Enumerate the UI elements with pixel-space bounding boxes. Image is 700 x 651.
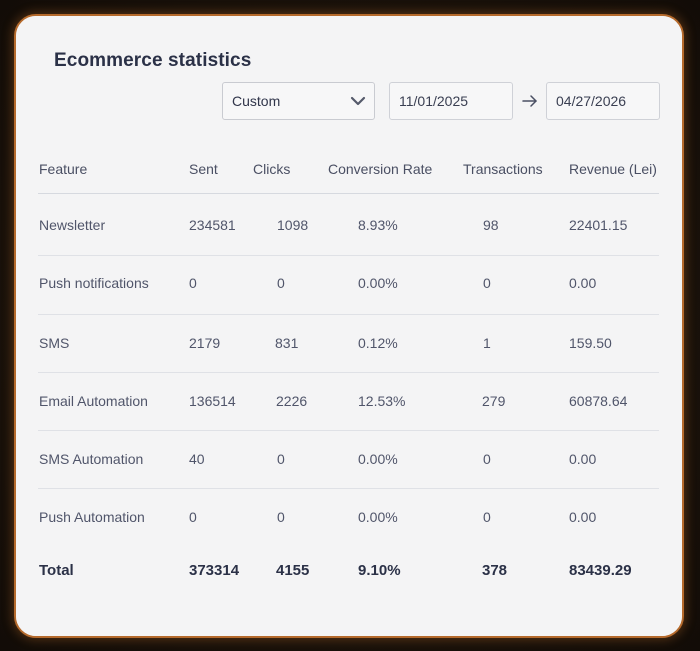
column-header-revenue: Revenue (Lei) bbox=[569, 161, 657, 177]
row-newsletter-feature: Newsletter bbox=[39, 217, 106, 233]
row-push-notifications-transactions: 0 bbox=[483, 275, 491, 291]
row-divider bbox=[38, 488, 659, 489]
date-range-select[interactable]: Custom bbox=[222, 82, 375, 120]
date-from-input[interactable]: 11/01/2025 bbox=[389, 82, 513, 120]
row-email-automation-clicks: 2226 bbox=[276, 393, 308, 409]
row-sms-feature: SMS bbox=[39, 335, 70, 351]
date-range-select-value: Custom bbox=[232, 93, 281, 109]
row-newsletter-sent: 234581 bbox=[189, 217, 236, 233]
row-push-notifications-sent: 0 bbox=[189, 275, 197, 291]
column-header-feature: Feature bbox=[39, 161, 88, 177]
row-sms-revenue: 159.50 bbox=[569, 335, 612, 351]
totals-conversion: 9.10% bbox=[358, 562, 401, 579]
row-email-automation-revenue: 60878.64 bbox=[569, 393, 628, 409]
date-from-value: 11/01/2025 bbox=[399, 93, 469, 109]
row-email-automation-transactions: 279 bbox=[482, 393, 506, 409]
row-newsletter-conversion: 8.93% bbox=[358, 217, 398, 233]
column-header-conversion-rate: Conversion Rate bbox=[328, 161, 433, 177]
row-push-automation-transactions: 0 bbox=[483, 509, 491, 525]
row-sms-automation-clicks: 0 bbox=[277, 451, 285, 467]
row-divider bbox=[38, 314, 659, 315]
row-sms-automation-revenue: 0.00 bbox=[569, 451, 597, 467]
row-divider bbox=[38, 430, 659, 431]
row-sms-transactions: 1 bbox=[483, 335, 491, 351]
row-newsletter-revenue: 22401.15 bbox=[569, 217, 628, 233]
row-push-automation-conversion: 0.00% bbox=[358, 509, 398, 525]
row-sms-automation-feature: SMS Automation bbox=[39, 451, 144, 467]
row-push-notifications-clicks: 0 bbox=[277, 275, 285, 291]
row-sms-automation-transactions: 0 bbox=[483, 451, 491, 467]
row-push-notifications-conversion: 0.00% bbox=[358, 275, 398, 291]
row-divider bbox=[38, 255, 659, 256]
row-sms-automation-sent: 40 bbox=[189, 451, 205, 467]
column-header-clicks: Clicks bbox=[253, 161, 291, 177]
page-title: Ecommerce statistics bbox=[54, 50, 252, 71]
stats-panel-frame: Ecommerce statistics Custom 11/01/2025 0… bbox=[14, 14, 684, 638]
row-push-automation-clicks: 0 bbox=[277, 509, 285, 525]
column-header-transactions: Transactions bbox=[463, 161, 543, 177]
totals-revenue: 83439.29 bbox=[569, 562, 632, 579]
totals-transactions: 378 bbox=[482, 562, 508, 579]
row-push-notifications-feature: Push notifications bbox=[39, 275, 149, 291]
totals-clicks: 4155 bbox=[276, 562, 310, 579]
row-sms-clicks: 831 bbox=[275, 335, 299, 351]
row-email-automation-conversion: 12.53% bbox=[358, 393, 406, 409]
row-divider bbox=[38, 372, 659, 373]
row-push-automation-feature: Push Automation bbox=[39, 509, 145, 525]
date-to-input[interactable]: 04/27/2026 bbox=[546, 82, 660, 120]
date-to-value: 04/27/2026 bbox=[556, 93, 627, 109]
totals-sent: 373314 bbox=[189, 562, 240, 579]
row-push-automation-revenue: 0.00 bbox=[569, 509, 597, 525]
row-push-automation-sent: 0 bbox=[189, 509, 197, 525]
row-push-notifications-revenue: 0.00 bbox=[569, 275, 597, 291]
stats-card: Ecommerce statistics Custom 11/01/2025 0… bbox=[16, 16, 682, 636]
row-sms-automation-conversion: 0.00% bbox=[358, 451, 398, 467]
row-newsletter-clicks: 1098 bbox=[277, 217, 309, 233]
chevron-down-icon bbox=[350, 96, 366, 106]
totals-label: Total bbox=[39, 562, 74, 579]
row-newsletter-transactions: 98 bbox=[483, 217, 499, 233]
arrow-right-icon bbox=[522, 95, 537, 107]
column-header-sent: Sent bbox=[189, 161, 218, 177]
row-email-automation-sent: 136514 bbox=[189, 393, 236, 409]
row-sms-sent: 2179 bbox=[189, 335, 221, 351]
row-sms-conversion: 0.12% bbox=[358, 335, 398, 351]
header-divider bbox=[38, 193, 659, 194]
row-email-automation-feature: Email Automation bbox=[39, 393, 148, 409]
